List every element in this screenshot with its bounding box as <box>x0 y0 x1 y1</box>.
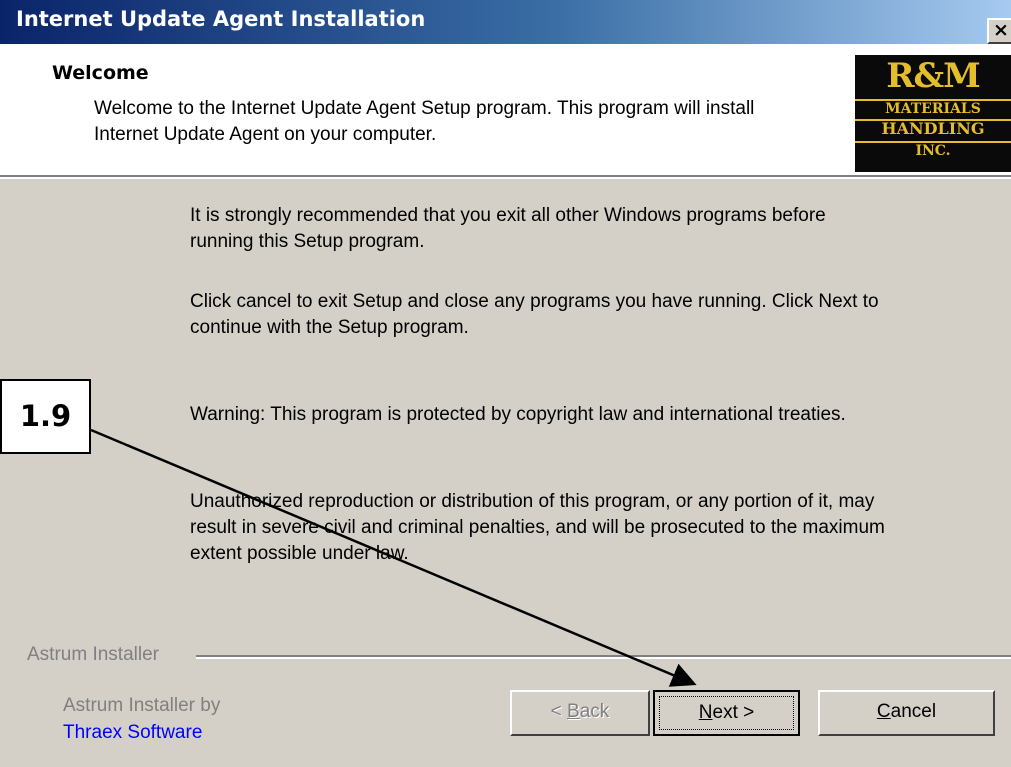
installer-window: Internet Update Agent Installation × Wel… <box>0 0 1011 767</box>
title-bar[interactable]: Internet Update Agent Installation × <box>0 0 1011 44</box>
next-mnemonic: N <box>698 702 713 723</box>
next-label: ext > <box>712 702 755 723</box>
close-button[interactable]: × <box>987 18 1011 44</box>
vendor-link[interactable]: Thraex Software <box>63 722 202 744</box>
window-title: Internet Update Agent Installation <box>16 7 426 31</box>
close-icon: × <box>993 19 1009 41</box>
back-label: ack <box>579 701 610 722</box>
cancel-label: ancel <box>890 701 937 722</box>
header-divider <box>0 175 1011 179</box>
warning-text: Warning: This program is protected by co… <box>190 404 846 425</box>
cancel-button[interactable]: Cancel <box>818 690 995 736</box>
logo-line-4: INC. <box>855 141 1011 159</box>
logo-line-2: MATERIALS <box>855 99 1011 117</box>
instructions-text: Click cancel to exit Setup and close any… <box>190 291 879 338</box>
legal-text: Unauthorized reproduction or distributio… <box>190 491 885 564</box>
logo-line-3: HANDLING <box>855 119 1011 137</box>
step-annotation: 1.9 <box>0 379 91 454</box>
group-divider <box>196 655 1011 659</box>
back-button[interactable]: < Back <box>510 690 650 736</box>
page-heading: Welcome <box>52 62 149 84</box>
focus-rect: Next > <box>659 696 794 730</box>
group-label: Astrum Installer <box>27 644 159 665</box>
logo-line-1: R&M <box>886 56 981 96</box>
cancel-mnemonic: C <box>876 701 891 722</box>
installer-credit: Astrum Installer by <box>63 695 221 716</box>
back-prefix: < <box>550 701 568 722</box>
company-logo: R&M MATERIALS HANDLING INC. <box>855 55 1011 172</box>
recommendation-text: It is strongly recommended that you exit… <box>190 205 826 252</box>
next-button[interactable]: Next > <box>653 690 800 736</box>
header-description: Welcome to the Internet Update Agent Set… <box>94 98 755 145</box>
back-mnemonic: B <box>567 701 580 722</box>
